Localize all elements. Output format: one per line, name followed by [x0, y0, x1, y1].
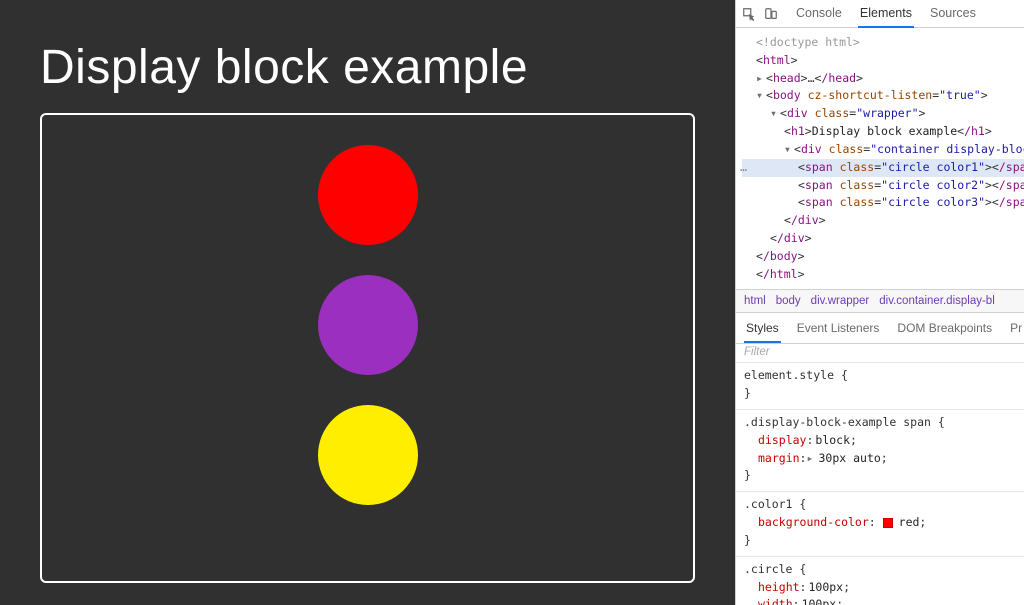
- devtools-panel: Console Elements Sources <!doctype html>…: [735, 0, 1024, 605]
- styles-filter-input[interactable]: Filter: [736, 344, 1024, 363]
- rule-circle[interactable]: .circle { height:100px; width:100px; bor…: [736, 557, 1024, 605]
- tab-properties-truncated[interactable]: Pr: [1008, 317, 1024, 343]
- circle-yellow: [318, 405, 418, 505]
- rule-color1[interactable]: .color1 { background-color: red; }: [736, 492, 1024, 556]
- tab-styles[interactable]: Styles: [744, 317, 781, 343]
- dom-selected-node[interactable]: …<span class="circle color1"></spa: [742, 159, 1024, 177]
- crumb-container[interactable]: div.container.display-bl: [879, 295, 995, 307]
- circle-red: [318, 145, 418, 245]
- rendered-viewport: Display block example: [0, 0, 735, 605]
- inspect-icon[interactable]: [742, 7, 756, 21]
- color-swatch-icon[interactable]: [883, 518, 893, 528]
- device-mode-icon[interactable]: [764, 7, 778, 21]
- circle-purple: [318, 275, 418, 375]
- page-title: Display block example: [40, 40, 695, 95]
- dom-breadcrumb[interactable]: html body div.wrapper div.container.disp…: [736, 289, 1024, 313]
- rule-display-block-span[interactable]: .display-block-example span { display:bl…: [736, 410, 1024, 492]
- styles-pane: element.style { } .display-block-example…: [736, 363, 1024, 605]
- devtools-top-tabs: Console Elements Sources: [794, 0, 978, 28]
- tab-dom-breakpoints[interactable]: DOM Breakpoints: [895, 317, 994, 343]
- tab-event-listeners[interactable]: Event Listeners: [795, 317, 882, 343]
- container-box: [40, 113, 695, 583]
- tab-elements[interactable]: Elements: [858, 0, 914, 28]
- dom-doctype: <!doctype html>: [756, 35, 860, 49]
- tab-sources[interactable]: Sources: [928, 0, 978, 28]
- crumb-html[interactable]: html: [744, 295, 766, 307]
- crumb-wrapper[interactable]: div.wrapper: [811, 295, 870, 307]
- rule-element-style[interactable]: element.style { }: [736, 363, 1024, 410]
- styles-subtabs: Styles Event Listeners DOM Breakpoints P…: [736, 313, 1024, 344]
- devtools-toolbar: Console Elements Sources: [736, 0, 1024, 28]
- crumb-body[interactable]: body: [776, 295, 801, 307]
- tab-console[interactable]: Console: [794, 0, 844, 28]
- dom-tree[interactable]: <!doctype html> <html> ▸<head>…</head> ▾…: [736, 28, 1024, 289]
